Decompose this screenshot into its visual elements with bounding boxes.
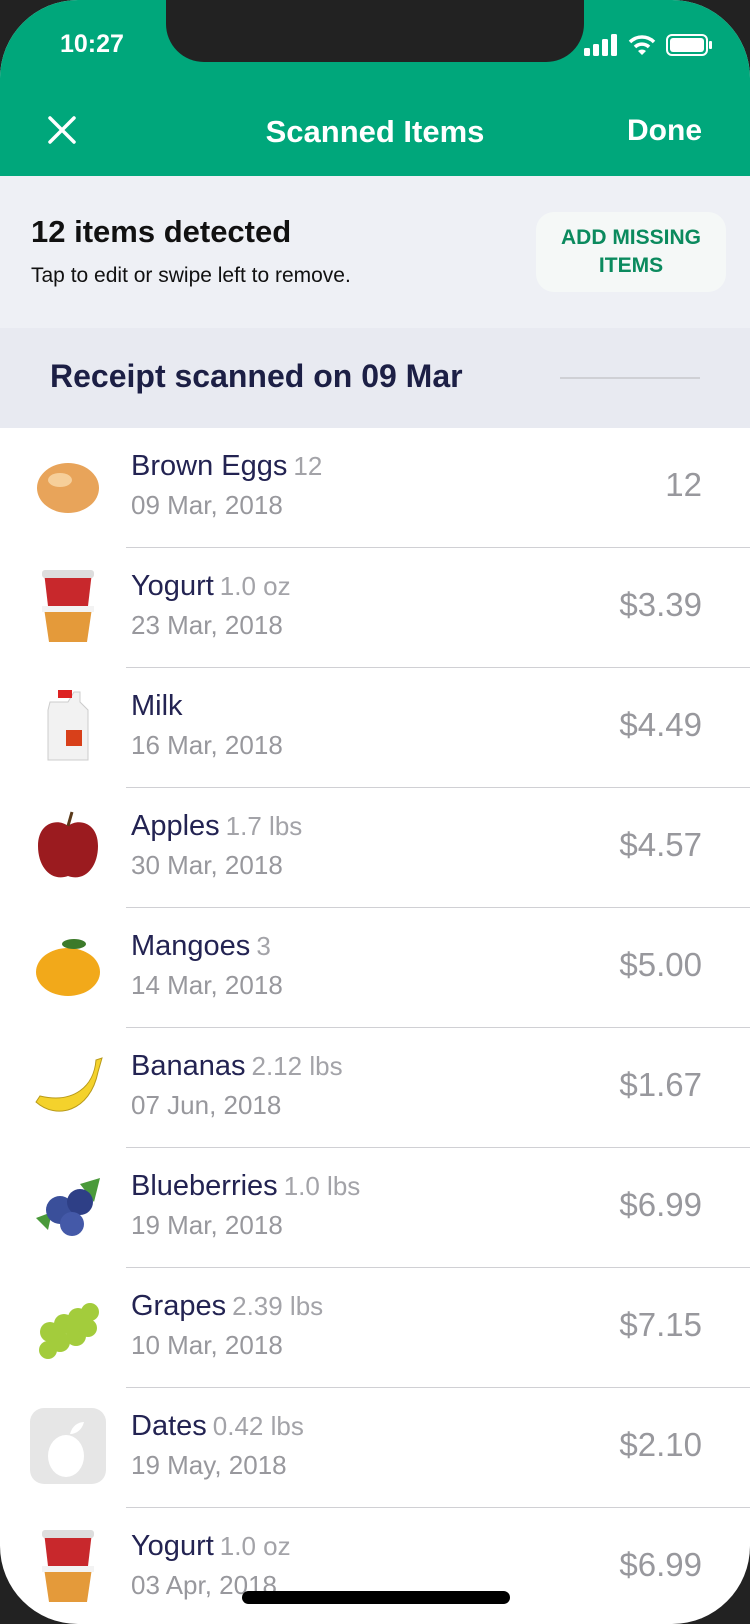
apple-icon <box>30 808 106 884</box>
item-date: 10 Mar, 2018 <box>131 1330 283 1360</box>
scanned-items-list: Brown Eggs 12 09 Mar, 2018 12 Yogurt 1.0 o… <box>0 428 750 1624</box>
milk-icon <box>30 688 106 764</box>
item-name-text: Mangoes <box>131 930 251 962</box>
item-date: 07 Jun, 2018 <box>131 1090 282 1120</box>
item-price: $6.99 <box>619 1186 702 1223</box>
item-name-text: Blueberries <box>131 1170 278 1202</box>
item-name: Milk <box>131 690 189 723</box>
item-price: $7.15 <box>619 1306 702 1343</box>
done-button[interactable]: Done <box>627 114 702 148</box>
item-name: Grapes 2.39 lbs <box>131 1290 323 1323</box>
item-name: Bananas 2.12 lbs <box>131 1050 343 1083</box>
item-price: $1.67 <box>619 1066 702 1103</box>
list-item[interactable]: Blueberries 1.0 lbs 19 Mar, 2018 $6.99 <box>0 1148 750 1268</box>
yogurt-icon <box>30 568 106 644</box>
item-name-text: Milk <box>131 690 183 722</box>
item-quantity: 1.0 oz <box>219 1531 291 1561</box>
item-name-text: Dates <box>131 1410 207 1442</box>
item-name-text: Yogurt <box>131 1530 214 1562</box>
item-quantity: 0.42 lbs <box>212 1411 304 1441</box>
items-detected-count: 12 items detected <box>31 214 292 249</box>
mango-icon <box>30 928 106 1004</box>
item-date: 16 Mar, 2018 <box>131 730 283 760</box>
screen: 10:27 Scanned Items Done 12 items detect… <box>0 0 750 1624</box>
yogurt-icon <box>30 1528 106 1604</box>
item-name: Yogurt 1.0 oz <box>131 1530 291 1563</box>
nav-header: 10:27 Scanned Items Done <box>0 0 750 176</box>
banana-icon <box>30 1048 106 1124</box>
list-item[interactable]: Apples 1.7 lbs 30 Mar, 2018 $4.57 <box>0 788 750 908</box>
item-name: Yogurt 1.0 oz <box>131 570 291 603</box>
receipt-title: Receipt scanned on 09 Mar <box>50 358 463 394</box>
item-date: 23 Mar, 2018 <box>131 610 283 640</box>
item-price: $4.57 <box>619 826 702 863</box>
item-name-text: Yogurt <box>131 570 214 602</box>
list-item[interactable]: Yogurt 1.0 oz 23 Mar, 2018 $3.39 <box>0 548 750 668</box>
item-date: 19 Mar, 2018 <box>131 1210 283 1240</box>
item-name-text: Brown Eggs <box>131 450 288 482</box>
list-item[interactable]: Mangoes 3 14 Mar, 2018 $5.00 <box>0 908 750 1028</box>
item-price: $3.39 <box>619 586 702 623</box>
item-date: 30 Mar, 2018 <box>131 850 283 880</box>
item-quantity: 1.7 lbs <box>225 811 303 841</box>
device-notch <box>166 0 584 62</box>
item-date: 09 Mar, 2018 <box>131 490 283 520</box>
status-icons <box>584 34 712 56</box>
list-item[interactable]: Dates 0.42 lbs 19 May, 2018 $2.10 <box>0 1388 750 1508</box>
item-name-text: Grapes <box>131 1290 227 1322</box>
item-name: Blueberries 1.0 lbs <box>131 1170 360 1203</box>
item-quantity: 12 <box>293 451 323 481</box>
list-item[interactable]: Grapes 2.39 lbs 10 Mar, 2018 $7.15 <box>0 1268 750 1388</box>
item-name: Apples 1.7 lbs <box>131 810 302 843</box>
item-price: $6.99 <box>619 1546 702 1583</box>
item-price: $2.10 <box>619 1426 702 1463</box>
detection-summary: 12 items detected Tap to edit or swipe l… <box>0 176 750 328</box>
item-quantity: 1.0 lbs <box>283 1171 361 1201</box>
item-quantity: 2.12 lbs <box>251 1051 343 1081</box>
list-item[interactable]: Yogurt 1.0 oz 03 Apr, 2018 $6.99 <box>0 1508 750 1624</box>
receipt-section-header: Receipt scanned on 09 Mar <box>0 328 750 428</box>
wifi-icon <box>628 35 656 55</box>
home-indicator[interactable] <box>242 1591 510 1604</box>
item-price: $4.49 <box>619 706 702 743</box>
status-time: 10:27 <box>60 30 124 58</box>
item-date: 14 Mar, 2018 <box>131 970 283 1000</box>
edit-hint: Tap to edit or swipe left to remove. <box>31 264 351 287</box>
blueberries-icon <box>30 1168 106 1244</box>
item-name-text: Apples <box>131 810 220 842</box>
signal-icon <box>584 34 617 56</box>
item-quantity: 1.0 oz <box>219 571 291 601</box>
item-date: 19 May, 2018 <box>131 1450 287 1480</box>
item-name: Brown Eggs 12 <box>131 450 322 483</box>
divider <box>560 377 700 379</box>
list-item[interactable]: Brown Eggs 12 09 Mar, 2018 12 <box>0 428 750 548</box>
grapes-icon <box>30 1288 106 1364</box>
item-name-text: Bananas <box>131 1050 246 1082</box>
item-quantity: 2.39 lbs <box>232 1291 324 1321</box>
battery-icon <box>666 34 712 56</box>
add-missing-items-button[interactable]: ADD MISSING ITEMS <box>536 212 726 292</box>
item-price: $5.00 <box>619 946 702 983</box>
egg-icon <box>30 448 106 524</box>
list-item[interactable]: Bananas 2.12 lbs 07 Jun, 2018 $1.67 <box>0 1028 750 1148</box>
item-quantity: 3 <box>256 931 271 961</box>
item-name: Dates 0.42 lbs <box>131 1410 304 1443</box>
item-price: 12 <box>665 466 702 503</box>
placeholder-fruit-icon <box>30 1408 106 1484</box>
item-name: Mangoes 3 <box>131 930 271 963</box>
list-item[interactable]: Milk 16 Mar, 2018 $4.49 <box>0 668 750 788</box>
